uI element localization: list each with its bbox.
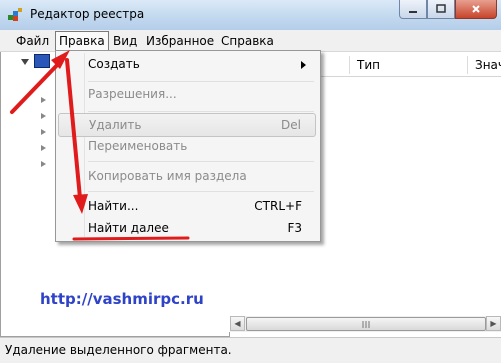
close-button[interactable] [455,0,497,19]
menu-edit[interactable]: Правка [55,31,109,51]
menu-help[interactable]: Справка [218,33,277,49]
menu-item-label: Создать [88,57,140,71]
menu-item-label: Разрешения... [88,87,177,101]
menu-separator [88,191,314,192]
expand-icon[interactable] [41,145,46,151]
menu-bar: Файл Правка Вид Избранное Справка [0,30,501,52]
menu-separator [88,81,314,82]
close-icon [472,5,480,13]
menu-separator [88,111,314,112]
window-title: Редактор реестра [30,7,145,21]
minimize-button[interactable] [399,0,427,19]
menu-item-permissions[interactable]: Разрешения... [58,83,316,107]
expand-icon[interactable] [41,113,46,119]
column-value[interactable]: Знач [475,58,501,72]
edit-dropdown-menu: Создать Разрешения... Удалить Del Переим… [55,50,321,242]
menu-view[interactable]: Вид [110,33,140,49]
scroll-right-icon[interactable]: ▶ [486,316,501,331]
horizontal-scrollbar[interactable]: ◀ ▶ [230,316,501,332]
title-bar: Редактор реестра [0,0,501,30]
status-bar: Удаление выделенного фрагмента. [0,337,501,363]
expand-icon[interactable] [41,161,46,167]
menu-item-shortcut: F3 [287,221,302,235]
menu-item-delete[interactable]: Удалить Del [58,113,316,137]
minimize-icon [409,11,417,13]
menu-file[interactable]: Файл [13,33,52,49]
menu-item-find-next[interactable]: Найти далее F3 [58,217,316,241]
menu-item-find[interactable]: Найти... CTRL+F [58,195,316,219]
menu-item-shortcut: Del [281,118,301,132]
scroll-left-icon[interactable]: ◀ [230,316,245,331]
window-controls [399,0,497,20]
menu-favorites[interactable]: Избранное [143,33,217,49]
computer-icon[interactable] [34,54,50,68]
watermark-url: http://vashmirpc.ru [40,290,204,308]
column-divider[interactable] [467,56,468,74]
menu-item-rename[interactable]: Переименовать [58,135,316,159]
menu-item-label: Удалить [89,118,142,132]
menu-item-copy-key-name[interactable]: Копировать имя раздела [58,165,316,189]
scrollbar-thumb[interactable] [246,317,486,331]
collapse-icon[interactable] [21,59,29,65]
menu-item-create[interactable]: Создать [58,53,316,77]
status-text: Удаление выделенного фрагмента. [5,343,232,357]
maximize-button[interactable] [427,0,455,19]
registry-editor-icon [8,8,22,21]
column-type[interactable]: Тип [357,58,380,72]
menu-item-label: Копировать имя раздела [88,169,247,183]
expand-icon[interactable] [41,129,46,135]
grip-icon [362,321,370,328]
menu-item-label: Переименовать [88,139,188,153]
maximize-icon [436,4,446,13]
menu-separator [88,161,314,162]
menu-item-shortcut: CTRL+F [254,199,302,213]
submenu-arrow-icon [301,61,306,69]
column-divider[interactable] [349,56,350,74]
menu-item-label: Найти далее [88,221,169,235]
expand-icon[interactable] [41,97,46,103]
menu-item-label: Найти... [88,199,139,213]
